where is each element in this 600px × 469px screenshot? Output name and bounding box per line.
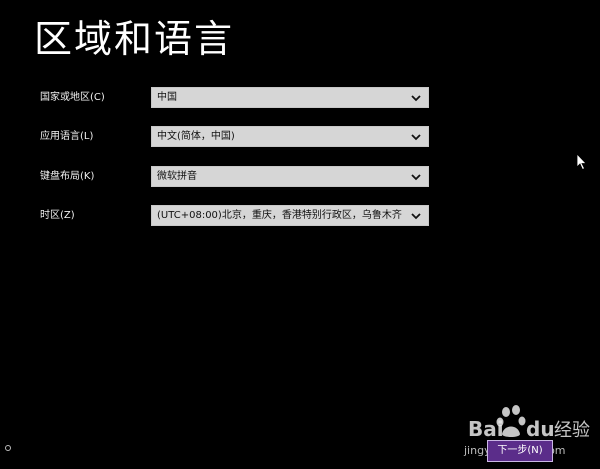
field-row-country: 国家或地区(C) 中国 (0, 87, 600, 109)
svg-text:经验: 经验 (554, 420, 590, 441)
keyboard-layout-label: 键盘布局(K) (40, 171, 95, 182)
field-row-timezone: 时区(Z) (UTC+08:00)北京，重庆，香港特别行政区，乌鲁木齐 (0, 205, 600, 227)
field-row-keyboard: 键盘布局(K) 微软拼音 (0, 166, 600, 188)
ease-of-access-icon[interactable] (4, 444, 12, 452)
next-button[interactable]: 下一步(N) (487, 440, 553, 462)
page-title: 区域和语言 (34, 17, 235, 61)
keyboard-layout-value: 微软拼音 (157, 171, 197, 182)
chevron-down-icon (411, 174, 421, 181)
timezone-label: 时区(Z) (40, 210, 75, 221)
chevron-down-icon (411, 95, 421, 102)
keyboard-layout-select[interactable]: 微软拼音 (151, 166, 429, 187)
field-row-app-language: 应用语言(L) 中文(简体，中国) (0, 126, 600, 148)
country-label: 国家或地区(C) (40, 92, 105, 103)
app-language-select[interactable]: 中文(简体，中国) (151, 126, 429, 147)
chevron-down-icon (411, 213, 421, 220)
mouse-pointer-icon (576, 153, 587, 171)
app-language-label: 应用语言(L) (40, 131, 94, 142)
app-language-value: 中文(简体，中国) (157, 131, 235, 142)
timezone-select[interactable]: (UTC+08:00)北京，重庆，香港特别行政区，乌鲁木齐 (151, 205, 429, 226)
svg-text:Bai: Bai (468, 417, 504, 441)
country-select[interactable]: 中国 (151, 87, 429, 108)
country-value: 中国 (157, 92, 177, 103)
svg-text:du: du (526, 417, 555, 441)
timezone-value: (UTC+08:00)北京，重庆，香港特别行政区，乌鲁木齐 (157, 210, 402, 221)
chevron-down-icon (411, 134, 421, 141)
